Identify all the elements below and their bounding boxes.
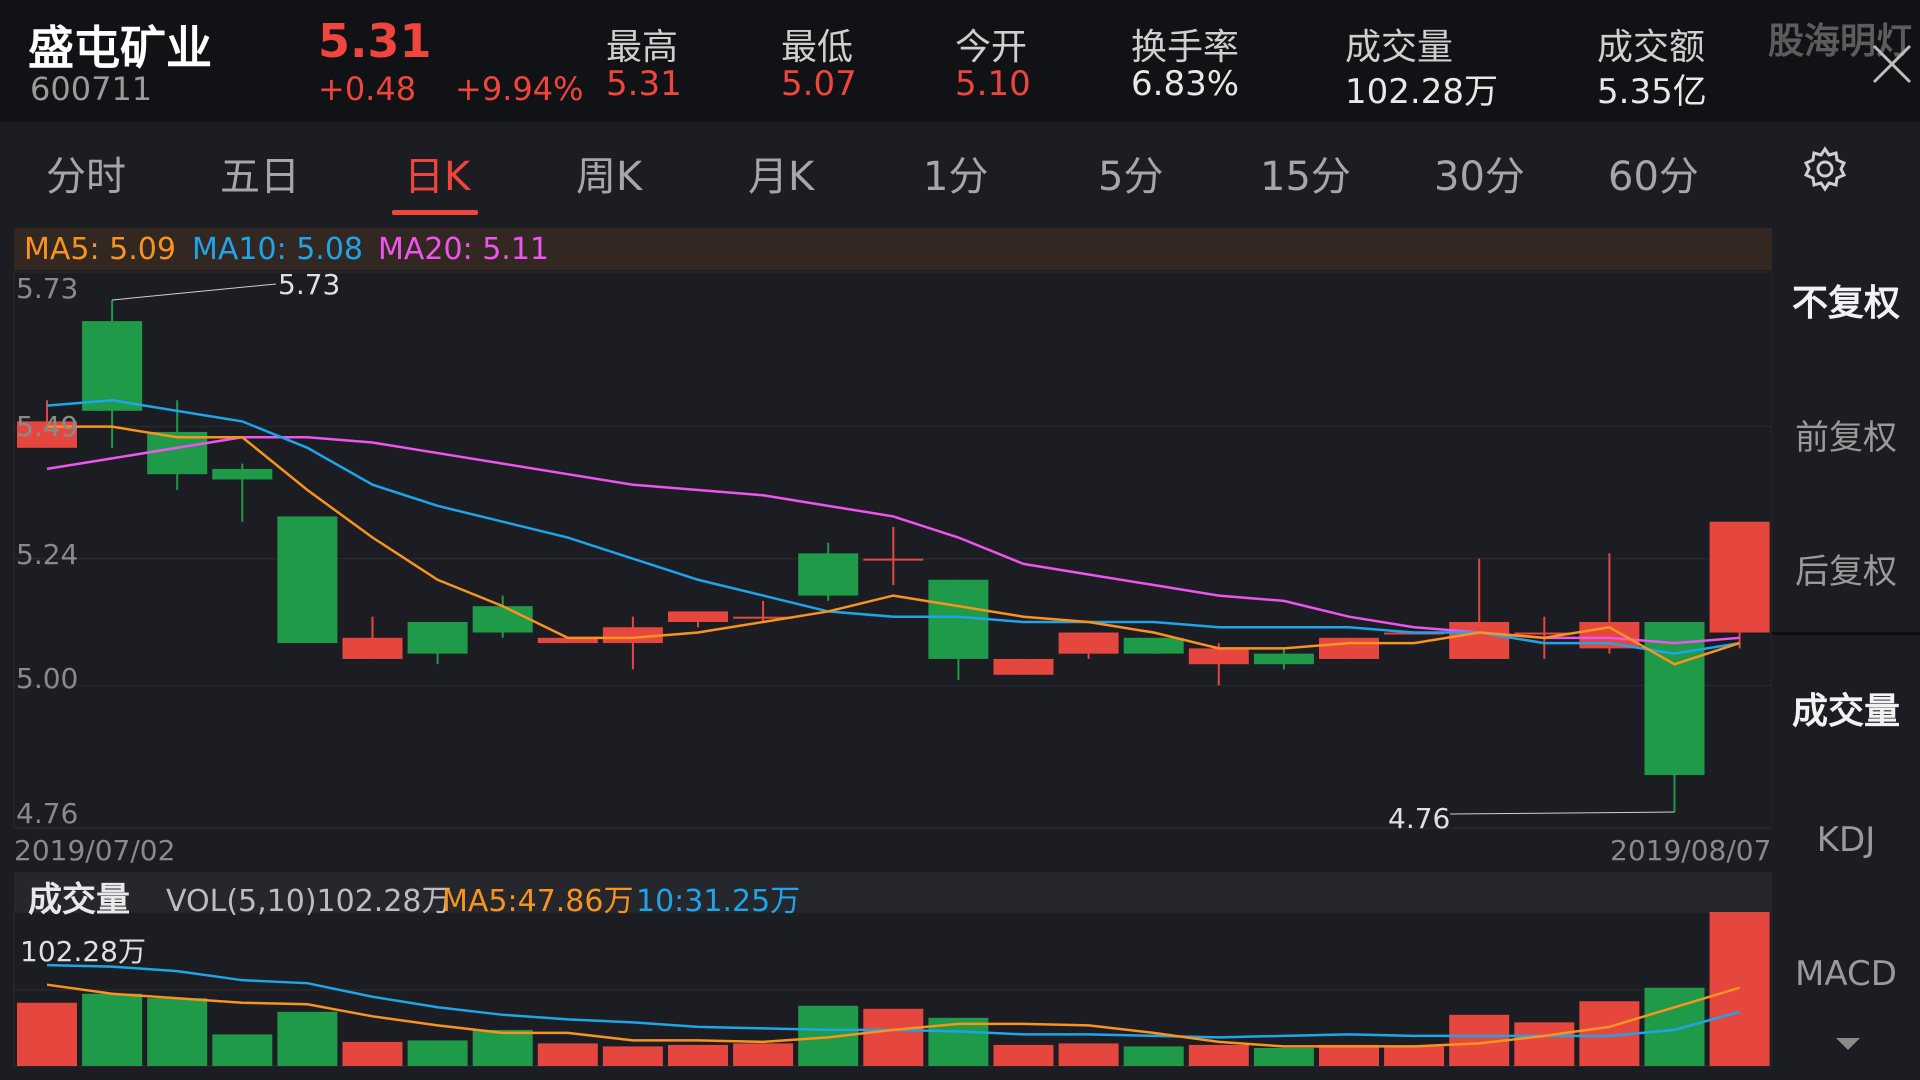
candle-body-7 xyxy=(472,606,533,633)
candle-body-16 xyxy=(1058,632,1119,654)
max-price-annotation: 5.73 xyxy=(278,268,341,301)
volume-bar-9 xyxy=(602,1046,663,1066)
price-axis-label-min: 4.76 xyxy=(16,797,79,830)
candle-body-6 xyxy=(407,621,468,654)
volume-bar-1 xyxy=(82,993,143,1066)
candle-body-22 xyxy=(1449,621,1510,659)
volume-title: 成交量 xyxy=(28,880,130,920)
candle-body-10 xyxy=(668,611,728,622)
volume-bar-25 xyxy=(1644,987,1705,1066)
volume-bar-0 xyxy=(17,1002,77,1066)
candle-body-18 xyxy=(1188,648,1249,665)
volume-bar-7 xyxy=(472,1029,533,1066)
min-price-annotation: 4.76 xyxy=(1388,802,1451,835)
volume-bar-23 xyxy=(1514,1022,1575,1066)
gear-icon[interactable] xyxy=(1800,144,1850,194)
volume-legend: 成交量 VOL(5,10)102.28万 MA5:47.86万 10:31.25… xyxy=(14,872,1772,920)
candle-body-4 xyxy=(277,516,338,644)
side-item-no-adjust[interactable]: 不复权 xyxy=(1772,274,1920,326)
volume-bar-17 xyxy=(1123,1046,1184,1066)
price-axis-label-3: 5.24 xyxy=(16,538,79,571)
side-item-macd[interactable]: MACD xyxy=(1772,954,1920,994)
close-icon[interactable] xyxy=(1870,42,1914,86)
candle-body-24 xyxy=(1579,621,1640,649)
candle-body-26 xyxy=(1709,521,1770,633)
side-menu: 不复权 前复权 后复权 成交量 KDJ MACD xyxy=(1772,230,1920,1080)
vol-legend: VOL(5,10)102.28万 xyxy=(166,884,452,919)
volume-bar-6 xyxy=(407,1040,468,1066)
max-price-leader xyxy=(112,283,277,301)
volume-bar-5 xyxy=(342,1041,403,1066)
candle-body-20 xyxy=(1319,637,1379,659)
vol-ma10-legend: 10:31.25万 xyxy=(636,884,801,919)
side-item-forward-adjust[interactable]: 前复权 xyxy=(1772,410,1920,459)
candle-body-19 xyxy=(1253,653,1314,665)
volume-bar-21 xyxy=(1384,1046,1445,1066)
min-price-leader xyxy=(1449,811,1675,815)
volume-bar-11 xyxy=(733,1043,794,1066)
side-item-backward-adjust[interactable]: 后复权 xyxy=(1772,544,1920,593)
volume-max-label: 102.28万 xyxy=(20,935,146,968)
volume-bar-15 xyxy=(993,1044,1054,1066)
candle-body-17 xyxy=(1123,637,1184,654)
price-axis-label-4: 5.00 xyxy=(16,662,79,695)
volume-bar-10 xyxy=(668,1044,728,1066)
volume-bar-4 xyxy=(277,1011,338,1066)
volume-bar-18 xyxy=(1188,1044,1249,1066)
candle-body-12 xyxy=(798,553,859,596)
price-axis-label-2: 5.49 xyxy=(16,410,79,443)
candle-body-15 xyxy=(993,658,1054,675)
volume-bar-20 xyxy=(1319,1044,1379,1066)
side-item-volume[interactable]: 成交量 xyxy=(1772,682,1920,734)
volume-bar-16 xyxy=(1058,1043,1119,1066)
side-divider xyxy=(1772,632,1920,635)
volume-bar-19 xyxy=(1253,1047,1314,1066)
candle-body-5 xyxy=(342,637,403,659)
candle-body-3 xyxy=(212,468,273,480)
side-item-kdj[interactable]: KDJ xyxy=(1772,820,1920,860)
candle-body-1 xyxy=(82,321,143,411)
candle-body-13 xyxy=(863,558,924,561)
date-end: 2019/08/07 xyxy=(1610,834,1772,867)
volume-bar-13 xyxy=(863,1008,924,1066)
volume-bar-2 xyxy=(147,998,208,1066)
vol-ma5-legend: MA5:47.86万 xyxy=(442,884,634,919)
chevron-down-icon[interactable] xyxy=(1836,1038,1860,1050)
date-start: 2019/07/02 xyxy=(14,834,176,867)
volume-bar-8 xyxy=(537,1043,598,1066)
price-axis-label-max: 5.73 xyxy=(16,272,79,305)
candle-body-25 xyxy=(1644,621,1705,776)
volume-bar-3 xyxy=(212,1034,273,1066)
